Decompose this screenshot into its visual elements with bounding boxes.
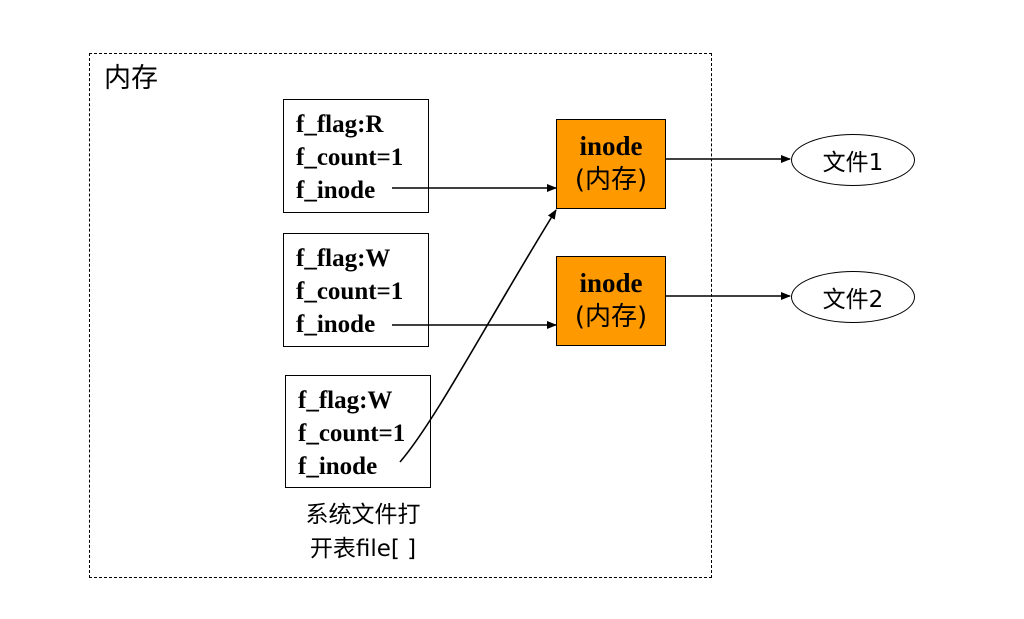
disk-file-label: 文件1 xyxy=(822,150,884,176)
file-table-entry-3: f_flag:W f_count=1 f_inode xyxy=(285,375,431,488)
caption-line-2: 开表file[ ] xyxy=(309,536,417,562)
disk-file-1: 文件1 xyxy=(791,134,915,186)
entry-flag: f_flag:W xyxy=(296,245,391,272)
file-table-caption: 系统文件打 开表file[ ] xyxy=(277,498,449,566)
inode-title: inode xyxy=(579,131,643,161)
entry-flag: f_flag:W xyxy=(298,387,393,414)
inode-title: inode xyxy=(579,268,643,298)
entry-count: f_count=1 xyxy=(296,278,404,305)
entry-count: f_count=1 xyxy=(298,420,406,447)
inode-box-2: inode (内存) xyxy=(556,256,666,346)
disk-file-2: 文件2 xyxy=(791,271,915,323)
caption-line-1: 系统文件打 xyxy=(305,502,421,528)
inode-box-1: inode (内存) xyxy=(556,119,666,209)
file-table-entry-1: f_flag:R f_count=1 f_inode xyxy=(283,99,429,213)
entry-inode-pointer: f_inode xyxy=(296,177,376,204)
entry-inode-pointer: f_inode xyxy=(296,311,376,338)
inode-subtitle: (内存) xyxy=(574,302,648,332)
file-table-entry-2: f_flag:W f_count=1 f_inode xyxy=(283,233,429,347)
inode-subtitle: (内存) xyxy=(574,165,648,195)
entry-inode-pointer: f_inode xyxy=(298,453,378,480)
entry-flag: f_flag:R xyxy=(296,111,384,138)
entry-count: f_count=1 xyxy=(296,144,404,171)
disk-file-label: 文件2 xyxy=(822,287,884,313)
memory-region-label: 内存 xyxy=(104,63,158,94)
